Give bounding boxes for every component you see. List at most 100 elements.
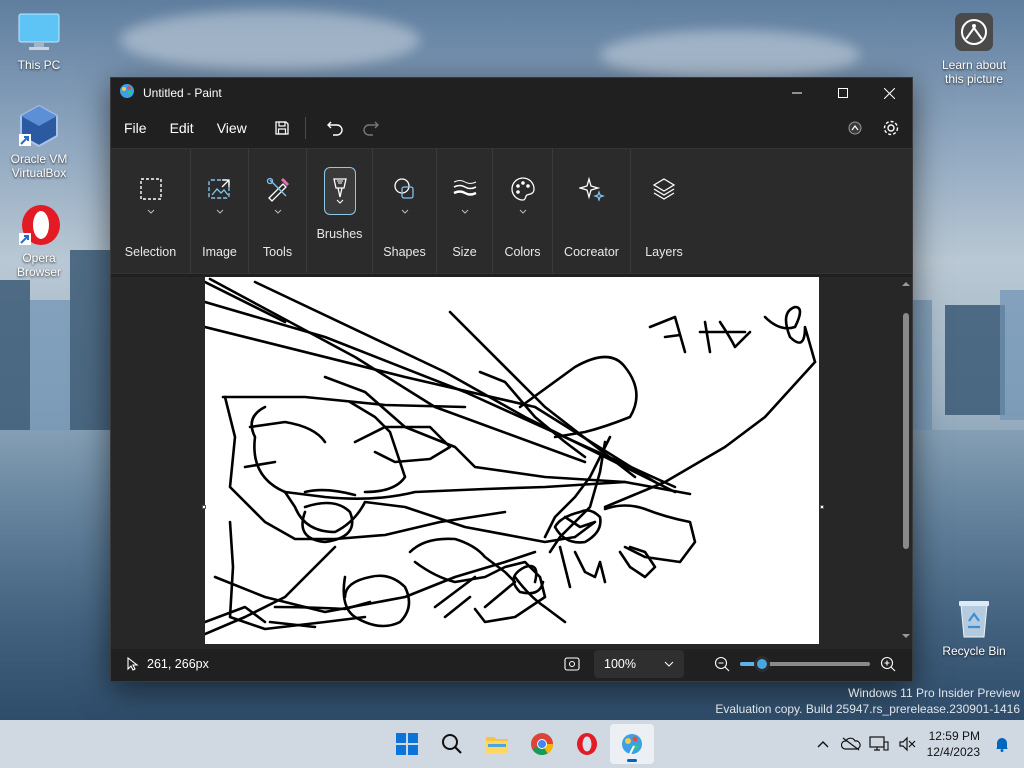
- opera-button[interactable]: [565, 724, 609, 764]
- account-button[interactable]: [840, 113, 870, 143]
- search-button[interactable]: [430, 724, 474, 764]
- volume-button[interactable]: [893, 729, 921, 759]
- gear-icon: [883, 120, 899, 136]
- ribbon-group-layers[interactable]: Layers: [631, 149, 697, 273]
- start-button[interactable]: [385, 724, 429, 764]
- menu-file[interactable]: File: [115, 114, 156, 142]
- notifications-button[interactable]: [988, 729, 1016, 759]
- clock[interactable]: 12:59 PM 12/4/2023: [921, 728, 988, 760]
- desktop-icon-this-pc[interactable]: This PC: [1, 10, 77, 72]
- minimize-button[interactable]: [774, 78, 820, 108]
- network-button[interactable]: [865, 729, 893, 759]
- desktop-icon-label: Learn about this picture: [941, 58, 1007, 86]
- canvas-resize-handle[interactable]: [202, 505, 206, 509]
- desktop-icon-recycle-bin[interactable]: Recycle Bin: [936, 596, 1012, 658]
- cursor-position: 261, 266px: [147, 657, 209, 671]
- paint-taskbar-button[interactable]: [609, 724, 654, 764]
- undo-icon: [326, 121, 343, 136]
- chevron-down-icon: [274, 209, 281, 214]
- zoom-slider-knob[interactable]: [754, 656, 771, 672]
- menu-view[interactable]: View: [208, 114, 256, 142]
- paint-window: Untitled - Paint File Edit View Selectio…: [110, 77, 913, 682]
- ribbon-label: Layers: [645, 245, 683, 259]
- tools-icon: [266, 177, 289, 202]
- brush-button-selected[interactable]: [323, 167, 356, 215]
- scroll-up-icon[interactable]: [900, 279, 912, 289]
- account-icon: [848, 121, 862, 135]
- clock-time: 12:59 PM: [928, 729, 980, 743]
- size-icon: [452, 180, 477, 196]
- drawing-canvas[interactable]: [203, 277, 819, 644]
- window-title: Untitled - Paint: [143, 86, 222, 100]
- desktop-icon-virtualbox[interactable]: Oracle VM VirtualBox: [1, 104, 77, 180]
- show-hidden-icons-button[interactable]: [809, 729, 837, 759]
- ribbon-group-brushes[interactable]: Brushes: [307, 149, 373, 273]
- recycle-bin-icon: [952, 596, 996, 640]
- shapes-icon: [393, 178, 414, 199]
- title-bar[interactable]: Untitled - Paint: [111, 78, 912, 108]
- desktop-icon-label: Recycle Bin: [942, 644, 1006, 658]
- file-explorer-button[interactable]: [475, 724, 519, 764]
- canvas-resize-handle[interactable]: [820, 505, 824, 509]
- system-tray: 12:59 PM 12/4/2023: [809, 720, 1024, 768]
- ribbon-group-cocreator[interactable]: Cocreator: [553, 149, 631, 273]
- layers-icon: [652, 178, 676, 200]
- volume-muted-icon: [899, 736, 916, 752]
- zoom-level-dropdown[interactable]: 100%: [594, 650, 684, 678]
- ribbon-group-selection[interactable]: Selection: [111, 149, 191, 273]
- chevron-down-icon: [461, 209, 468, 214]
- network-icon: [869, 736, 889, 751]
- close-button[interactable]: [866, 78, 912, 108]
- fit-to-window-icon[interactable]: [564, 657, 580, 671]
- undo-button[interactable]: [320, 113, 350, 143]
- menu-divider: [304, 117, 306, 139]
- taskbar: 12:59 PM 12/4/2023: [0, 720, 1024, 768]
- ribbon-label: Colors: [504, 245, 541, 259]
- desktop-icon-label: Oracle VM VirtualBox: [10, 152, 68, 180]
- ribbon-group-tools[interactable]: Tools: [249, 149, 307, 273]
- learn-picture-icon: [952, 10, 996, 54]
- ribbon-label: Selection: [124, 245, 177, 259]
- menu-edit[interactable]: Edit: [161, 114, 203, 142]
- evaluation-watermark: Windows 11 Pro Insider Preview Evaluatio…: [715, 685, 1020, 717]
- zoom-out-icon[interactable]: [714, 656, 730, 672]
- desktop-icon-label: This PC: [17, 58, 61, 72]
- redo-button[interactable]: [356, 113, 386, 143]
- chevron-down-icon: [664, 661, 674, 667]
- desktop-icon-learn-picture[interactable]: Learn about this picture: [936, 10, 1012, 86]
- clock-date: 12/4/2023: [926, 745, 980, 759]
- desktop-icon-opera[interactable]: Opera Browser: [1, 203, 77, 279]
- chevron-down-icon: [401, 209, 408, 214]
- ribbon-group-image[interactable]: Image: [191, 149, 249, 273]
- chevron-down-icon: [519, 209, 526, 214]
- zoom-in-icon[interactable]: [880, 656, 896, 672]
- settings-button[interactable]: [876, 113, 906, 143]
- opera-icon: [17, 203, 61, 247]
- scroll-down-icon[interactable]: [900, 631, 912, 641]
- save-button[interactable]: [267, 113, 297, 143]
- virtualbox-icon: [17, 104, 61, 148]
- ribbon-label: Brushes: [316, 227, 363, 241]
- maximize-button[interactable]: [820, 78, 866, 108]
- ribbon-group-colors[interactable]: Colors: [493, 149, 553, 273]
- cursor-icon: [127, 657, 139, 671]
- vertical-scrollbar[interactable]: [900, 277, 912, 645]
- ribbon-label: Size: [452, 245, 477, 259]
- paint-app-icon: [119, 83, 135, 104]
- canvas-area: [111, 277, 912, 649]
- redo-icon: [363, 121, 379, 136]
- monitor-icon: [17, 10, 61, 54]
- ribbon-group-shapes[interactable]: Shapes: [373, 149, 437, 273]
- sparkle-icon: [578, 176, 605, 202]
- scrollbar-thumb[interactable]: [903, 313, 909, 549]
- ribbon-label: Tools: [262, 245, 293, 259]
- chrome-icon: [530, 733, 553, 755]
- paint-icon: [621, 734, 642, 755]
- watermark-line: Windows 11 Pro Insider Preview: [848, 686, 1020, 700]
- selection-icon: [139, 178, 162, 200]
- ribbon-group-size[interactable]: Size: [437, 149, 493, 273]
- onedrive-button[interactable]: [837, 729, 865, 759]
- chrome-button[interactable]: [520, 724, 564, 764]
- zoom-slider[interactable]: [740, 656, 870, 672]
- minimize-icon: [792, 92, 802, 94]
